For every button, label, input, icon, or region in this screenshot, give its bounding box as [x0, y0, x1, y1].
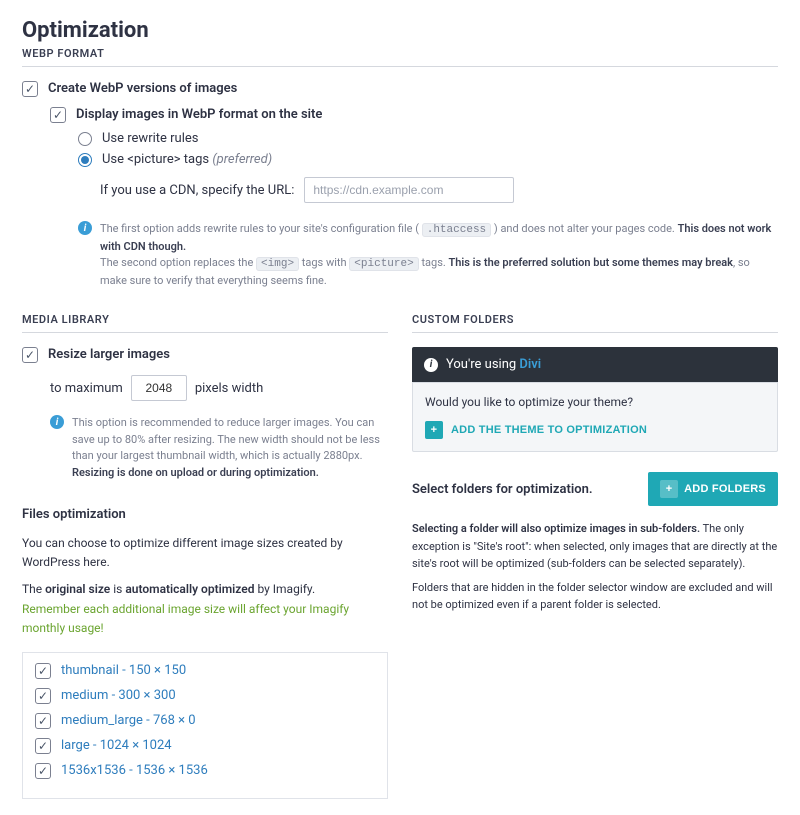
size-row: medium_large - 768 × 0 — [35, 713, 375, 729]
max-width-input[interactable] — [131, 375, 187, 401]
cdn-url-input[interactable] — [304, 177, 514, 203]
size-row: large - 1024 × 1024 — [35, 738, 375, 754]
size-link[interactable]: 1536x1536 - 1536 × 1536 — [61, 763, 208, 778]
size-checkbox[interactable] — [35, 688, 51, 704]
info-icon: i — [50, 415, 64, 429]
size-row: medium - 300 × 300 — [35, 688, 375, 704]
plus-icon: + — [425, 421, 443, 439]
size-checkbox[interactable] — [35, 663, 51, 679]
rewrite-rules-radio[interactable] — [78, 132, 92, 146]
folders-desc: Selecting a folder will also optimize im… — [412, 520, 778, 614]
page-title: Optimization — [22, 18, 778, 43]
cdn-label: If you use a CDN, specify the URL: — [100, 183, 294, 198]
size-checkbox[interactable] — [35, 738, 51, 754]
size-row: thumbnail - 150 × 150 — [35, 663, 375, 679]
info-icon: i — [424, 358, 438, 372]
px-label: pixels width — [195, 381, 263, 396]
files-p2: The original size is automatically optim… — [22, 580, 388, 599]
add-folders-button[interactable]: + ADD FOLDERS — [648, 472, 778, 506]
size-checkbox[interactable] — [35, 713, 51, 729]
files-p1: You can choose to optimize different ima… — [22, 534, 388, 572]
resize-label: Resize larger images — [48, 347, 170, 362]
resize-checkbox[interactable] — [22, 347, 38, 363]
rewrite-rules-label: Use rewrite rules — [102, 131, 198, 146]
picture-tags-radio[interactable] — [78, 153, 92, 167]
size-link[interactable]: thumbnail - 150 × 150 — [61, 663, 186, 678]
select-folders-label: Select folders for optimization. — [412, 482, 593, 497]
to-max-label: to maximum — [50, 381, 123, 396]
size-checkbox[interactable] — [35, 763, 51, 779]
theme-banner: i You're using Divi — [412, 347, 778, 382]
display-webp-label: Display images in WebP format on the sit… — [76, 107, 322, 122]
panel-question: Would you like to optimize your theme? — [425, 395, 765, 409]
size-link[interactable]: medium_large - 768 × 0 — [61, 713, 196, 728]
media-section-head: MEDIA LIBRARY — [22, 313, 388, 333]
plus-icon: + — [660, 480, 678, 498]
picture-tags-label: Use <picture> tags (preferred) — [102, 152, 272, 167]
size-link[interactable]: medium - 300 × 300 — [61, 688, 176, 703]
info-icon: i — [78, 221, 92, 235]
size-row: 1536x1536 - 1536 × 1536 — [35, 763, 375, 779]
webp-section-head: WEBP FORMAT — [22, 47, 778, 67]
custom-section-head: CUSTOM FOLDERS — [412, 313, 778, 333]
files-opt-title: Files optimization — [22, 507, 388, 522]
resize-help-text: This option is recommended to reduce lar… — [72, 415, 388, 481]
add-theme-button[interactable]: + ADD THE THEME TO OPTIMIZATION — [425, 421, 647, 439]
webp-help-text: The first option adds rewrite rules to y… — [100, 221, 778, 289]
display-webp-checkbox[interactable] — [50, 107, 66, 123]
create-webp-label: Create WebP versions of images — [48, 81, 237, 96]
size-link[interactable]: large - 1024 × 1024 — [61, 738, 172, 753]
create-webp-checkbox[interactable] — [22, 81, 38, 97]
files-p3: Remember each additional image size will… — [22, 600, 388, 638]
